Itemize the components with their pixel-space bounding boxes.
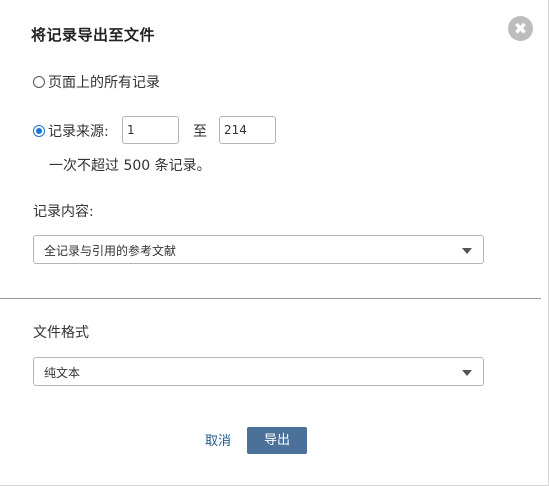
option-all-records[interactable]: 页面上的所有记录 <box>33 72 160 92</box>
divider <box>0 298 541 299</box>
close-icon[interactable]: ✖ <box>508 16 533 41</box>
chevron-down-icon <box>462 248 472 254</box>
record-content-value: 全记录与引用的参考文献 <box>44 244 177 258</box>
radio-all-records[interactable] <box>33 76 45 88</box>
export-dialog: 将记录导出至文件 ✖ 页面上的所有记录 记录来源: 至 一次不超过 500 条记… <box>0 0 549 486</box>
option-record-source-label: 记录来源: <box>48 124 109 140</box>
record-to-input[interactable] <box>219 116 276 144</box>
option-record-source[interactable]: 记录来源: <box>33 121 109 141</box>
file-format-select[interactable]: 纯文本 <box>33 357 484 386</box>
export-button[interactable]: 导出 <box>247 427 307 454</box>
record-from-input[interactable] <box>122 116 179 144</box>
to-label: 至 <box>193 124 207 140</box>
cancel-button[interactable]: 取消 <box>205 430 231 449</box>
file-format-label: 文件格式 <box>33 325 89 341</box>
chevron-down-icon <box>462 370 472 376</box>
record-limit-note: 一次不超过 500 条记录。 <box>49 158 211 174</box>
file-format-value: 纯文本 <box>44 366 81 380</box>
option-all-records-label: 页面上的所有记录 <box>48 75 160 91</box>
radio-record-source[interactable] <box>33 125 45 137</box>
dialog-title: 将记录导出至文件 <box>31 26 156 44</box>
record-content-select[interactable]: 全记录与引用的参考文献 <box>33 235 484 264</box>
record-content-label: 记录内容: <box>33 204 94 220</box>
